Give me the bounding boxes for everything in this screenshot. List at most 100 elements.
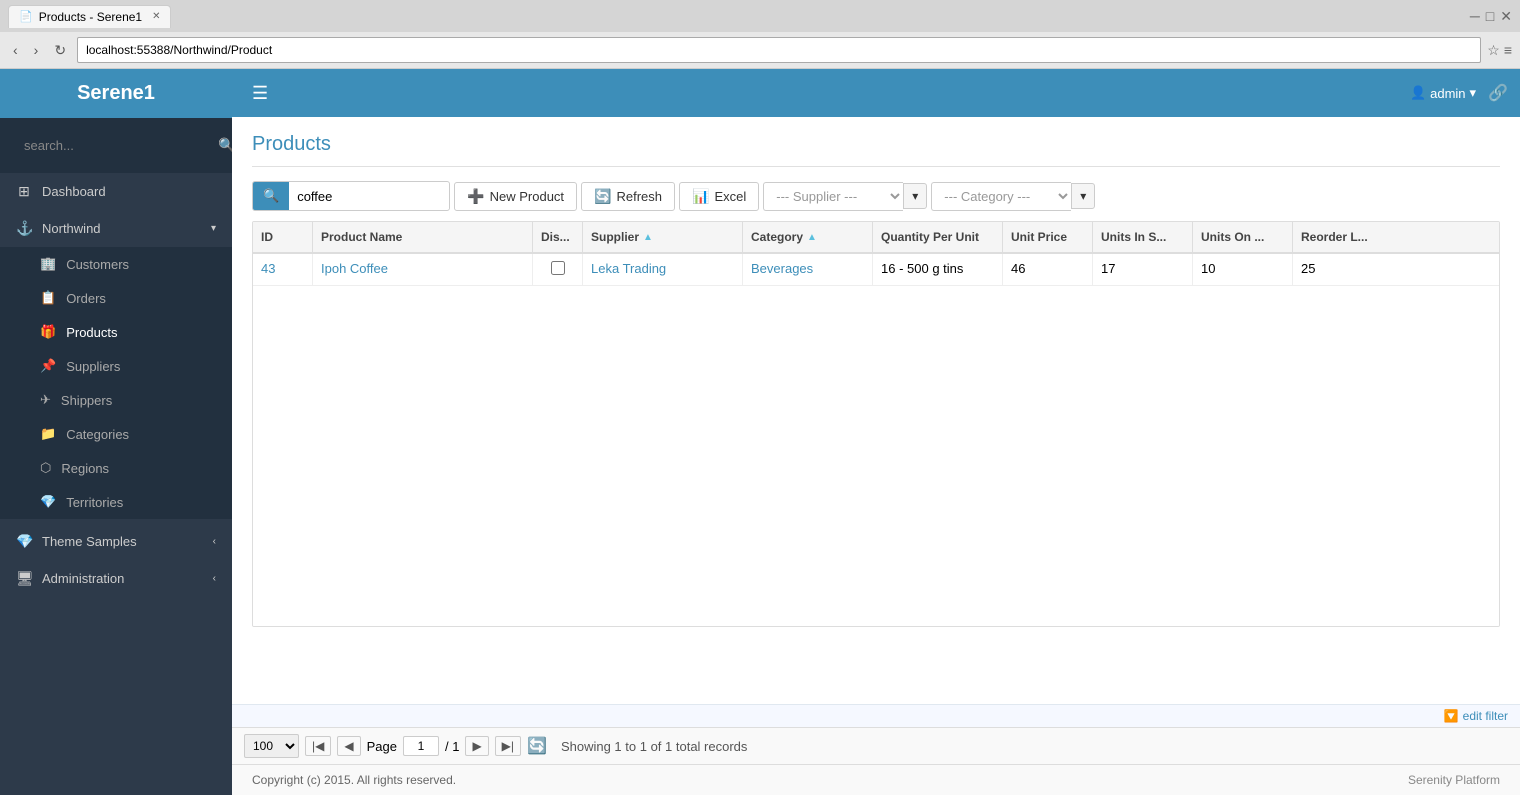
- sidebar-label-orders: Orders: [66, 291, 106, 306]
- next-page-button[interactable]: ▶: [465, 736, 488, 756]
- search-input[interactable]: [289, 184, 449, 209]
- sidebar-item-regions[interactable]: ⬡ Regions: [0, 451, 232, 485]
- excel-icon: 📊: [692, 188, 709, 205]
- sidebar-item-orders[interactable]: 📋 Orders: [0, 281, 232, 315]
- category-filter-dropdown-button[interactable]: ▾: [1071, 183, 1095, 209]
- suppliers-icon: 📌: [40, 358, 56, 374]
- sidebar-item-theme-samples[interactable]: 💎 Theme Samples ‹: [0, 523, 232, 560]
- refresh-label: Refresh: [616, 189, 662, 204]
- browser-chrome: 📄 Products - Serene1 ✕ ─ □ ✕ ‹ › ↻ ☆ ≡: [0, 0, 1520, 69]
- sidebar-search-icon[interactable]: 🔍: [218, 137, 232, 154]
- sidebar-item-suppliers[interactable]: 📌 Suppliers: [0, 349, 232, 383]
- sidebar-item-administration[interactable]: 🖥 Administration ‹: [0, 560, 232, 597]
- page-input[interactable]: [403, 736, 439, 756]
- sidebar-item-dashboard[interactable]: ⊞ Dashboard: [0, 173, 232, 210]
- cell-reorder-level: 25: [1293, 254, 1393, 285]
- sidebar-label-products: Products: [66, 325, 117, 340]
- grid-col-discontinued[interactable]: Dis...: [533, 222, 583, 252]
- empty-grid-area: [253, 286, 1499, 626]
- cell-quantity-per-unit: 16 - 500 g tins: [873, 254, 1003, 285]
- data-grid: ID Product Name Dis... Supplier ▲: [252, 221, 1500, 627]
- edit-filter-link[interactable]: 🔽 edit filter: [1444, 709, 1508, 723]
- cell-discontinued[interactable]: [533, 254, 583, 285]
- sidebar-search-input[interactable]: [12, 128, 212, 163]
- address-bar[interactable]: [77, 37, 1481, 63]
- sidebar-label-theme-samples: Theme Samples: [42, 534, 203, 549]
- cell-id: 43: [253, 254, 313, 285]
- page-showing-info: Showing 1 to 1 of 1 total records: [561, 739, 747, 754]
- orders-icon: 📋: [40, 290, 56, 306]
- sidebar-item-shippers[interactable]: ✈ Shippers: [0, 383, 232, 417]
- cell-supplier: Leka Trading: [583, 254, 743, 285]
- sidebar-item-products[interactable]: 🎁 Products: [0, 315, 232, 349]
- sidebar-item-customers[interactable]: 🏢 Customers: [0, 247, 232, 281]
- page-size-select[interactable]: 100 50 25 10: [244, 734, 299, 758]
- sidebar-label-administration: Administration: [42, 571, 203, 586]
- page-content: Products 🔍 ➕ New Product 🔄 Refresh: [232, 117, 1520, 704]
- cell-units-on-order: 10: [1193, 254, 1293, 285]
- sidebar-item-label-northwind: Northwind: [42, 221, 201, 236]
- grid-col-quantity[interactable]: Quantity Per Unit: [873, 222, 1003, 252]
- footer-platform: Serenity Platform: [1408, 773, 1500, 787]
- search-button[interactable]: 🔍: [253, 182, 289, 210]
- col-reorder-level-label: Reorder L...: [1301, 230, 1368, 244]
- content-topbar: ☰ 👤 admin ▾ 🔗: [232, 69, 1520, 117]
- menu-icon[interactable]: ≡: [1504, 42, 1512, 59]
- prev-page-button[interactable]: ◀: [337, 736, 360, 756]
- forward-button[interactable]: ›: [29, 40, 44, 60]
- col-category-label: Category: [751, 230, 803, 244]
- first-page-button[interactable]: |◀: [305, 736, 331, 756]
- theme-samples-icon: 💎: [16, 533, 32, 550]
- bookmark-star-icon[interactable]: ☆: [1487, 42, 1500, 59]
- maximize-button[interactable]: □: [1486, 8, 1494, 25]
- col-units-on-order-label: Units On ...: [1201, 230, 1264, 244]
- tab-close-button[interactable]: ✕: [152, 11, 160, 22]
- category-filter[interactable]: --- Category ---: [931, 182, 1071, 211]
- col-supplier-label: Supplier: [591, 230, 639, 244]
- excel-button[interactable]: 📊 Excel: [679, 182, 759, 211]
- reload-button[interactable]: ↻: [49, 40, 71, 61]
- discontinued-checkbox[interactable]: [551, 261, 565, 275]
- back-button[interactable]: ‹: [8, 40, 23, 60]
- sidebar-item-northwind[interactable]: ⚓ Northwind ▾: [0, 210, 232, 247]
- refresh-button[interactable]: 🔄 Refresh: [581, 182, 675, 211]
- grid-col-units-in-stock[interactable]: Units In S...: [1093, 222, 1193, 252]
- supplier-filter[interactable]: --- Supplier ---: [763, 182, 903, 211]
- sidebar-search-area: 🔍: [0, 118, 232, 173]
- supplier-link[interactable]: Leka Trading: [591, 261, 666, 276]
- hamburger-button[interactable]: ☰: [244, 79, 276, 108]
- admin-menu-button[interactable]: 👤 admin ▾: [1410, 85, 1476, 101]
- pagination-refresh-button[interactable]: 🔄: [527, 736, 547, 756]
- category-sort-icon: ▲: [807, 232, 817, 243]
- grid-col-supplier[interactable]: Supplier ▲: [583, 222, 743, 252]
- table-row[interactable]: 43 Ipoh Coffee Leka Trading Beverages: [253, 254, 1499, 286]
- browser-tab[interactable]: 📄 Products - Serene1 ✕: [8, 5, 171, 28]
- categories-icon: 📁: [40, 426, 56, 442]
- close-button[interactable]: ✕: [1500, 8, 1512, 25]
- new-product-button[interactable]: ➕ New Product: [454, 182, 577, 211]
- sidebar-item-categories[interactable]: 📁 Categories: [0, 417, 232, 451]
- sidebar-item-territories[interactable]: 💎 Territories: [0, 485, 232, 519]
- product-id-link[interactable]: 43: [261, 261, 275, 276]
- topbar-right: 👤 admin ▾ 🔗: [1410, 83, 1508, 103]
- grid-col-unit-price[interactable]: Unit Price: [1003, 222, 1093, 252]
- grid-col-reorder-level[interactable]: Reorder L...: [1293, 222, 1393, 252]
- sidebar-brand: Serene1: [0, 69, 232, 118]
- product-name-link[interactable]: Ipoh Coffee: [321, 261, 388, 276]
- sidebar-label-suppliers: Suppliers: [66, 359, 120, 374]
- grid-col-product-name[interactable]: Product Name: [313, 222, 533, 252]
- col-product-name-label: Product Name: [321, 230, 402, 244]
- category-link[interactable]: Beverages: [751, 261, 813, 276]
- share-button[interactable]: 🔗: [1488, 83, 1508, 103]
- grid-col-id[interactable]: ID: [253, 222, 313, 252]
- grid-col-category[interactable]: Category ▲: [743, 222, 873, 252]
- minimize-button[interactable]: ─: [1470, 8, 1480, 25]
- supplier-filter-dropdown-button[interactable]: ▾: [903, 183, 927, 209]
- grid-col-units-on-order[interactable]: Units On ...: [1193, 222, 1293, 252]
- sidebar: Serene1 🔍 ⊞ Dashboard ⚓ Northwind ▾ 🏢: [0, 69, 232, 795]
- tab-favicon: 📄: [19, 10, 33, 23]
- page-footer: Copyright (c) 2015. All rights reserved.…: [232, 764, 1520, 795]
- administration-chevron-icon: ‹: [213, 573, 216, 584]
- last-page-button[interactable]: ▶|: [495, 736, 521, 756]
- sidebar-item-label-dashboard: Dashboard: [42, 184, 216, 199]
